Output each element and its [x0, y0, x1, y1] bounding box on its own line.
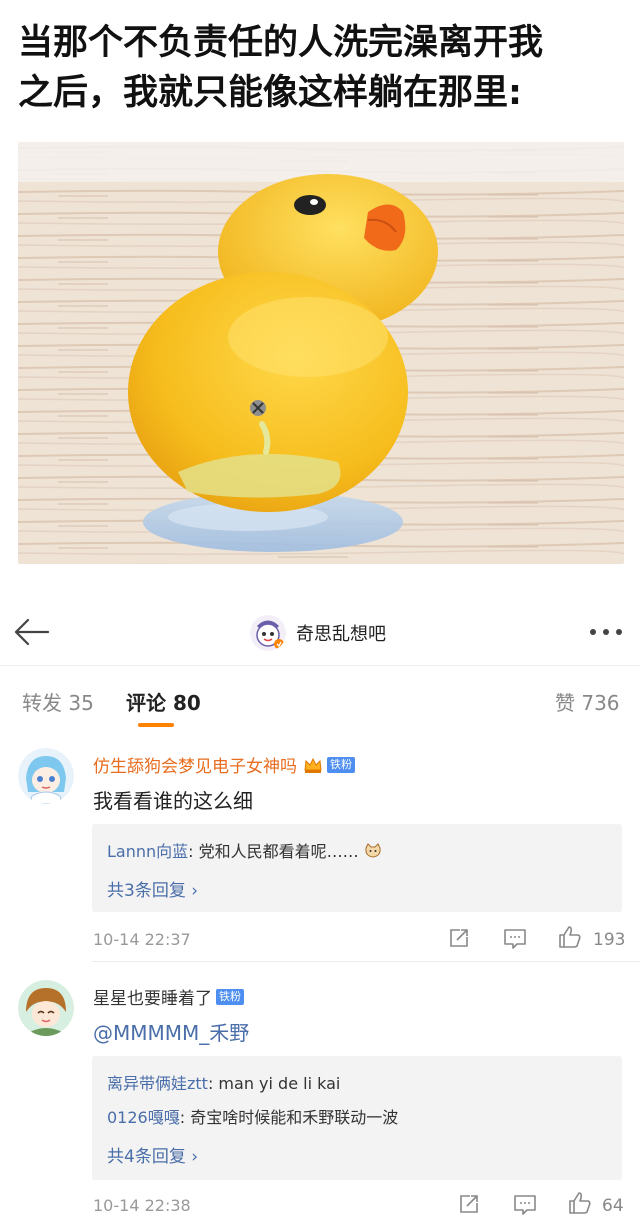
reply-line: 0126嘎嘎: 奇宝啥时候能和禾野联动一波 [107, 1104, 398, 1128]
tab-bar: 转发 35 评论 80 赞 736 [0, 667, 640, 731]
top-bar: 奇思乱想吧 [0, 600, 640, 666]
fan-badge: 铁粉 [327, 756, 355, 773]
comment-text: 我看看谁的这么细 [93, 789, 253, 813]
replies-box[interactable]: Lannn向蓝: 党和人民都看着呢…… 共3条回复 › [92, 824, 622, 912]
fan-badge: 铁粉 [216, 988, 244, 1005]
comment-time: 10-14 22:38 [93, 1196, 191, 1215]
crown-icon [303, 756, 323, 774]
username-text: 仿生舔狗会梦见电子女神吗 [93, 757, 297, 777]
like-count: 193 [593, 930, 626, 950]
comment-item: 星星也要睡着了 铁粉 @MMMMM_禾野 离异带俩娃ztt: man yi de… [0, 972, 640, 1226]
tab-likes[interactable]: 赞 736 [555, 687, 620, 716]
avatar[interactable] [18, 748, 74, 804]
repost-icon[interactable] [448, 927, 470, 953]
tab-repost[interactable]: 转发 35 [22, 687, 94, 716]
comment-username[interactable]: 星星也要睡着了 铁粉 [93, 984, 244, 1009]
avatar[interactable] [18, 980, 74, 1036]
comment-username[interactable]: 仿生舔狗会梦见电子女神吗 铁粉 [93, 752, 355, 777]
more-dots-icon[interactable] [586, 622, 626, 642]
channel-avatar[interactable] [250, 615, 286, 651]
meme-caption: 当那个不负责任的人洗完澡离开我 之后，我就只能像这样躺在那里: [18, 18, 628, 118]
like-count: 64 [602, 1196, 624, 1216]
tab-comments[interactable]: 评论 80 [126, 687, 201, 716]
reply-line: 离异带俩娃ztt: man yi de li kai [107, 1070, 340, 1094]
replies-box[interactable]: 离异带俩娃ztt: man yi de li kai 0126嘎嘎: 奇宝啥时候… [92, 1056, 622, 1180]
username-text: 星星也要睡着了 [93, 989, 212, 1009]
more-replies-link[interactable]: 共3条回复 › [107, 876, 198, 901]
channel-header[interactable]: 奇思乱想吧 [250, 614, 386, 652]
caption-line-2: 之后，我就只能像这样躺在那里: [18, 73, 522, 113]
active-tab-indicator [138, 723, 174, 727]
rubber-duck-image [18, 142, 624, 564]
caption-line-1: 当那个不负责任的人洗完澡离开我 [18, 23, 544, 63]
comment-icon[interactable] [513, 1194, 537, 1220]
reply-text: : 奇宝啥时候能和禾野联动一波 [179, 1108, 399, 1127]
reply-author[interactable]: 离异带俩娃ztt [107, 1074, 208, 1093]
repost-icon[interactable] [458, 1193, 480, 1219]
reply-author[interactable]: Lannn向蓝 [107, 842, 188, 861]
reply-author[interactable]: 0126嘎嘎 [107, 1108, 180, 1127]
more-replies-link[interactable]: 共4条回复 › [107, 1142, 198, 1167]
reply-text: : 党和人民都看着呢…… [188, 842, 359, 861]
back-arrow-icon[interactable] [12, 614, 52, 650]
comment-text[interactable]: @MMMMM_禾野 [93, 1017, 249, 1046]
like-icon[interactable] [568, 1191, 592, 1219]
comment-divider [92, 961, 640, 962]
like-icon[interactable] [558, 925, 582, 953]
cat-emoji-icon [364, 843, 382, 859]
comment-item: 仿生舔狗会梦见电子女神吗 铁粉 我看看谁的这么细 Lannn向蓝: 党和人民都看… [0, 740, 640, 962]
comment-time: 10-14 22:37 [93, 930, 191, 949]
channel-name: 奇思乱想吧 [296, 624, 386, 645]
comment-icon[interactable] [503, 928, 527, 954]
reply-line: Lannn向蓝: 党和人民都看着呢…… [107, 838, 382, 862]
reply-text: : man yi de li kai [207, 1074, 341, 1093]
